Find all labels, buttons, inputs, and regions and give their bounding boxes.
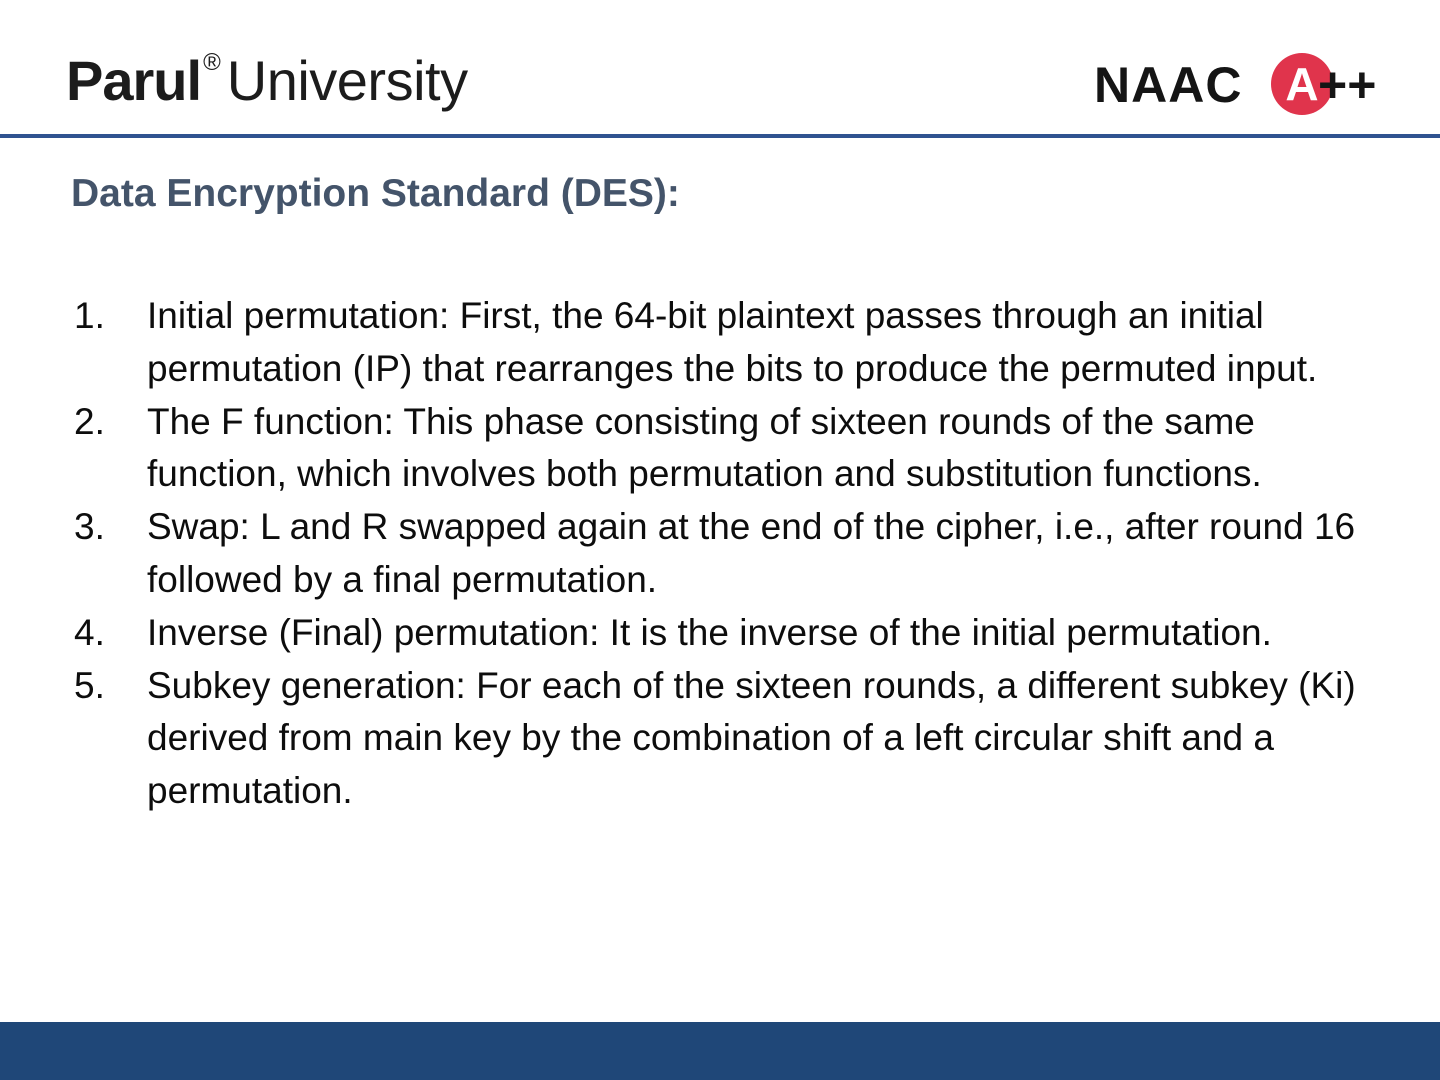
list-item-text: The F function: This phase consisting of…	[147, 400, 1262, 495]
list-item-number: 2.	[74, 400, 105, 442]
logo-brand-bold: Parul	[66, 49, 202, 112]
slide-title: Data Encryption Standard (DES):	[71, 172, 680, 215]
logo-brand-light: University	[226, 49, 468, 112]
footer-bar	[0, 1022, 1440, 1080]
accreditation-plus: ++	[1318, 57, 1377, 113]
list-item-text: Swap: L and R swapped again at the end o…	[147, 506, 1356, 600]
list-item-text: Inverse (Final) permutation: It is the i…	[147, 611, 1272, 653]
list-item: 3. Swap: L and R swapped again at the en…	[74, 501, 1394, 607]
list-item: 5. Subkey generation: For each of the si…	[74, 660, 1394, 818]
list-item: 2. The F function: This phase consisting…	[74, 396, 1394, 502]
des-steps-list: 1. Initial permutation: First, the 64-bi…	[74, 290, 1394, 818]
list-item: 1. Initial permutation: First, the 64-bi…	[74, 290, 1394, 396]
list-item-number: 5.	[74, 664, 105, 706]
slide-header: Parul ® University NAAC A ++	[0, 0, 1440, 134]
accreditation-text: NAAC	[1094, 57, 1243, 113]
list-item-number: 1.	[74, 295, 105, 336]
list-item-number: 3.	[74, 506, 105, 548]
list-item: 4. Inverse (Final) permutation: It is th…	[74, 607, 1394, 660]
accreditation-grade: A	[1285, 58, 1318, 110]
university-logo: Parul ® University	[66, 48, 468, 128]
list-item-number: 4.	[74, 611, 105, 653]
registered-mark: ®	[203, 49, 221, 76]
accreditation-logo: NAAC A ++	[1094, 52, 1394, 118]
list-item-text: Subkey generation: For each of the sixte…	[147, 664, 1356, 812]
list-item-text: Initial permutation: First, the 64-bit p…	[147, 295, 1318, 389]
header-divider	[0, 134, 1440, 138]
